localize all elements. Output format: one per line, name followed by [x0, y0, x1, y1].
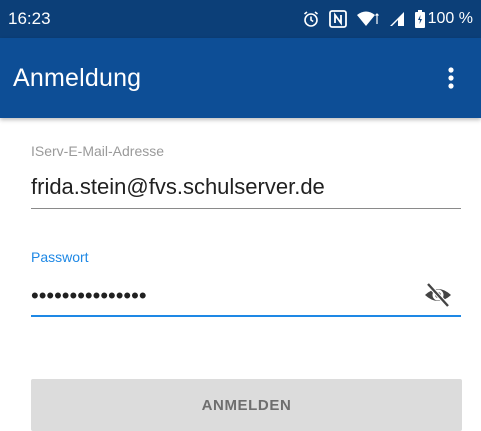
- battery-percent: 100 %: [427, 10, 473, 27]
- app-bar: Anmeldung: [0, 38, 481, 118]
- overflow-menu-icon: [448, 67, 454, 89]
- email-field-label: IServ-E-Mail-Adresse: [31, 143, 165, 159]
- password-field[interactable]: •••••••••••••••: [31, 283, 147, 309]
- signal-icon: [388, 10, 406, 28]
- status-bar: 16:23 100 %: [0, 0, 481, 38]
- overflow-menu-button[interactable]: [439, 58, 463, 98]
- visibility-off-icon: [425, 282, 451, 308]
- page-title: Anmeldung: [13, 63, 142, 92]
- password-visibility-toggle[interactable]: [423, 282, 453, 308]
- email-field-underline: [31, 208, 461, 209]
- email-field-container: IServ-E-Mail-Adresse: [31, 143, 461, 213]
- wifi-icon: [356, 10, 380, 28]
- password-field-container: Passwort •••••••••••••••: [31, 249, 461, 321]
- nfc-icon: [328, 9, 348, 29]
- email-field[interactable]: [31, 170, 461, 204]
- status-icons: 100 %: [302, 9, 473, 29]
- status-time: 16:23: [8, 9, 51, 28]
- login-button[interactable]: ANMELDEN: [31, 379, 462, 431]
- password-field-label: Passwort: [31, 249, 89, 265]
- battery-icon: 100 %: [414, 9, 473, 29]
- password-field-underline: [31, 315, 461, 317]
- alarm-icon: [302, 10, 320, 28]
